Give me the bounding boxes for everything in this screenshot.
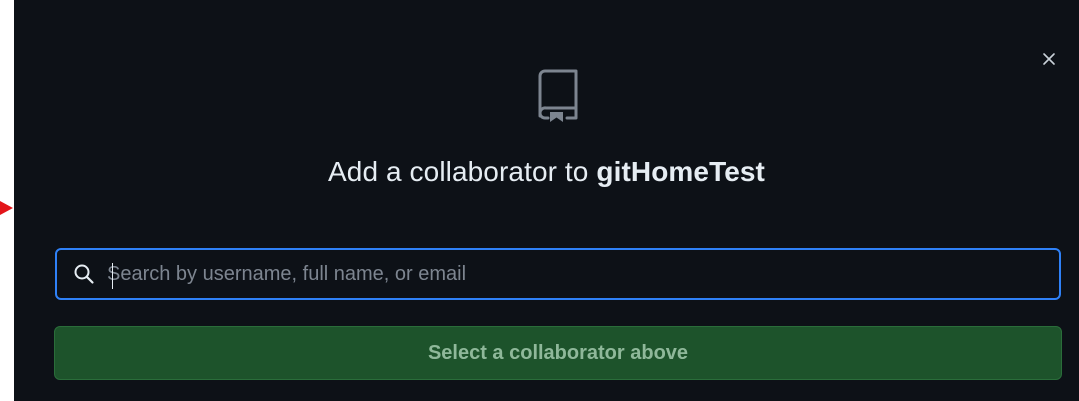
close-icon xyxy=(1043,53,1055,65)
dialog-title-prefix: Add a collaborator to xyxy=(328,156,597,187)
close-button[interactable] xyxy=(1038,48,1060,70)
select-collaborator-button[interactable]: Select a collaborator above xyxy=(54,326,1062,380)
dialog-title: Add a collaborator to gitHomeTest xyxy=(14,152,1079,192)
search-input[interactable] xyxy=(105,253,1047,295)
repo-icon xyxy=(538,69,578,122)
screenshot-stage: Add a collaborator to gitHomeTest Select… xyxy=(0,0,1079,401)
text-caret xyxy=(112,263,113,289)
search-icon xyxy=(74,264,94,284)
add-collaborator-dialog: Add a collaborator to gitHomeTest Select… xyxy=(14,0,1079,401)
search-field[interactable] xyxy=(55,248,1061,300)
red-pointer-arrow-icon xyxy=(0,201,13,215)
repo-name: gitHomeTest xyxy=(596,156,765,187)
